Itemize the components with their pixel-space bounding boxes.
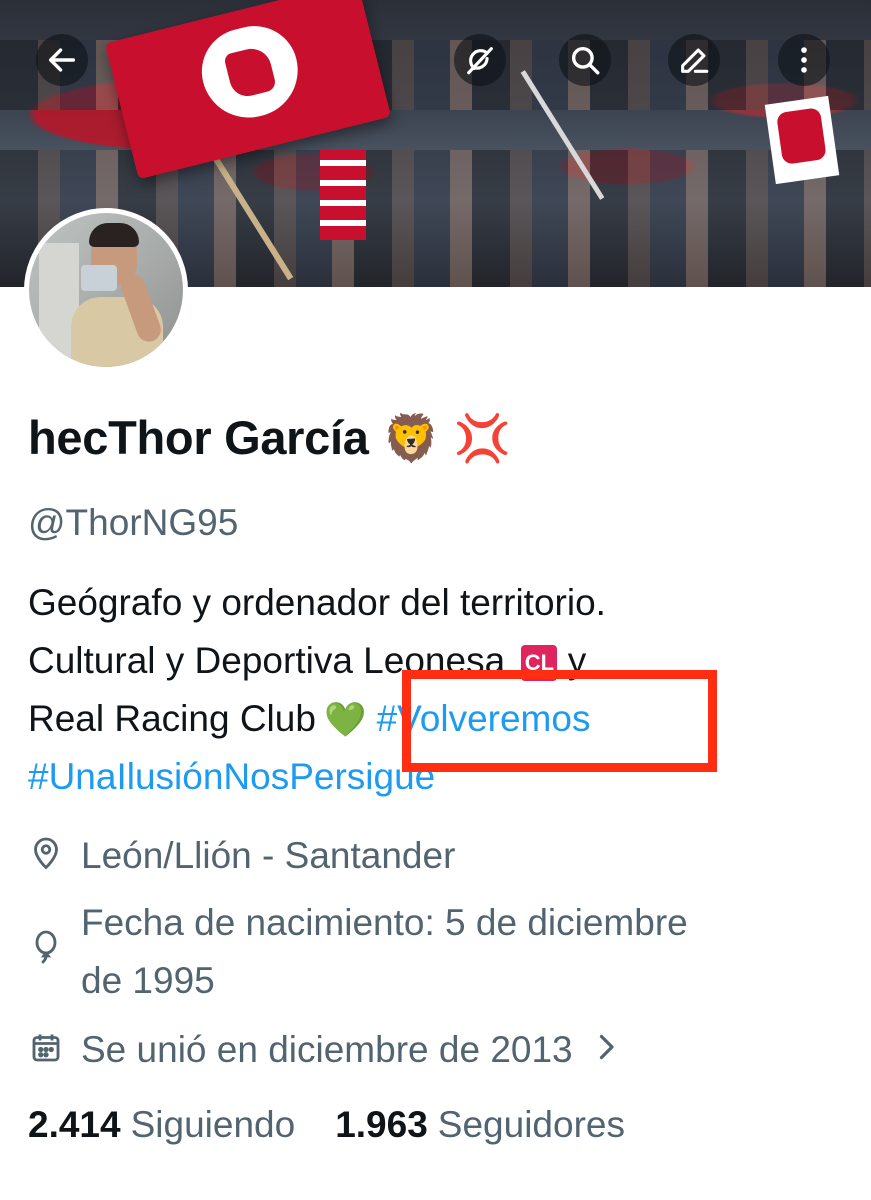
cl-badge-emoji: CL	[521, 645, 558, 682]
following-stat[interactable]: 2.414 Siguiendo	[28, 1104, 295, 1146]
back-button[interactable]	[36, 34, 88, 86]
joined-text: Se unió en diciembre de 2013	[81, 1029, 573, 1070]
joined-text-wrap: Se unió en diciembre de 2013	[81, 1022, 617, 1078]
search-icon	[571, 46, 600, 75]
arrow-left-icon	[48, 48, 76, 72]
chevron-right-icon	[595, 1022, 617, 1078]
banner-scarf	[320, 150, 366, 240]
followers-stat[interactable]: 1.963 Seguidores	[335, 1104, 625, 1146]
birthdate-text: Fecha de nacimiento: 5 de diciembre	[81, 902, 688, 943]
avatar-hair	[89, 223, 139, 247]
anger-emoji: 💢	[453, 410, 512, 465]
grok-icon	[467, 47, 493, 75]
lion-emoji: 🦁	[382, 410, 440, 465]
more-button[interactable]	[778, 34, 830, 86]
name-row: hecThor García 🦁 💢	[28, 410, 511, 465]
search-button[interactable]	[559, 34, 611, 86]
bio-line: Cultural y Deportiva Leonesa CL y	[28, 632, 848, 690]
edit-button[interactable]	[668, 34, 720, 86]
hashtag-link-volveremos[interactable]: #Volveremos	[377, 698, 591, 739]
bio-text: Real Racing Club	[28, 698, 316, 739]
profile-avatar[interactable]	[24, 208, 188, 372]
follow-stats: 2.414 Siguiendo 1.963 Seguidores	[28, 1104, 625, 1146]
display-name: hecThor García	[28, 411, 369, 464]
bio-line: Real Racing Club 💚 #Volveremos	[28, 690, 848, 748]
balloon-icon	[35, 930, 57, 964]
map-pin-icon	[34, 837, 58, 870]
location-text: León/Llión - Santander	[81, 835, 456, 876]
following-count: 2.414	[28, 1104, 121, 1145]
user-handle: @ThorNG95	[28, 502, 239, 543]
bio-text: Geógrafo y ordenador del territorio.	[28, 582, 606, 623]
bio-line: Geógrafo y ordenador del territorio.	[28, 574, 848, 632]
profile-bio: Geógrafo y ordenador del territorio. Cul…	[28, 574, 848, 806]
pencil-icon	[681, 48, 709, 73]
green-heart-emoji: 💚	[323, 701, 367, 739]
followers-count: 1.963	[335, 1104, 428, 1145]
followers-label: Seguidores	[437, 1104, 625, 1145]
profile-birthdate: Fecha de nacimiento: 5 de diciembre de 1…	[28, 895, 848, 1011]
top-bar	[0, 26, 871, 96]
banner-scarf	[764, 95, 840, 185]
more-vertical-icon	[801, 47, 807, 73]
bio-text: y	[567, 640, 587, 681]
profile-joined[interactable]: Se unió en diciembre de 2013	[28, 1022, 828, 1078]
grok-button[interactable]	[454, 34, 506, 86]
bio-line: #UnaIlusiónNosPersigue	[28, 748, 848, 806]
calendar-icon	[32, 1034, 60, 1062]
profile-location: León/Llión - Santander	[28, 828, 828, 884]
following-label: Siguiendo	[130, 1104, 296, 1145]
avatar-phone	[81, 265, 117, 291]
bio-text: Cultural y Deportiva Leonesa	[28, 640, 506, 681]
banner-crowd	[0, 150, 871, 220]
hashtag-link-unailusion[interactable]: #UnaIlusiónNosPersigue	[28, 756, 435, 797]
birthdate-text-cont: de 1995	[81, 960, 215, 1001]
